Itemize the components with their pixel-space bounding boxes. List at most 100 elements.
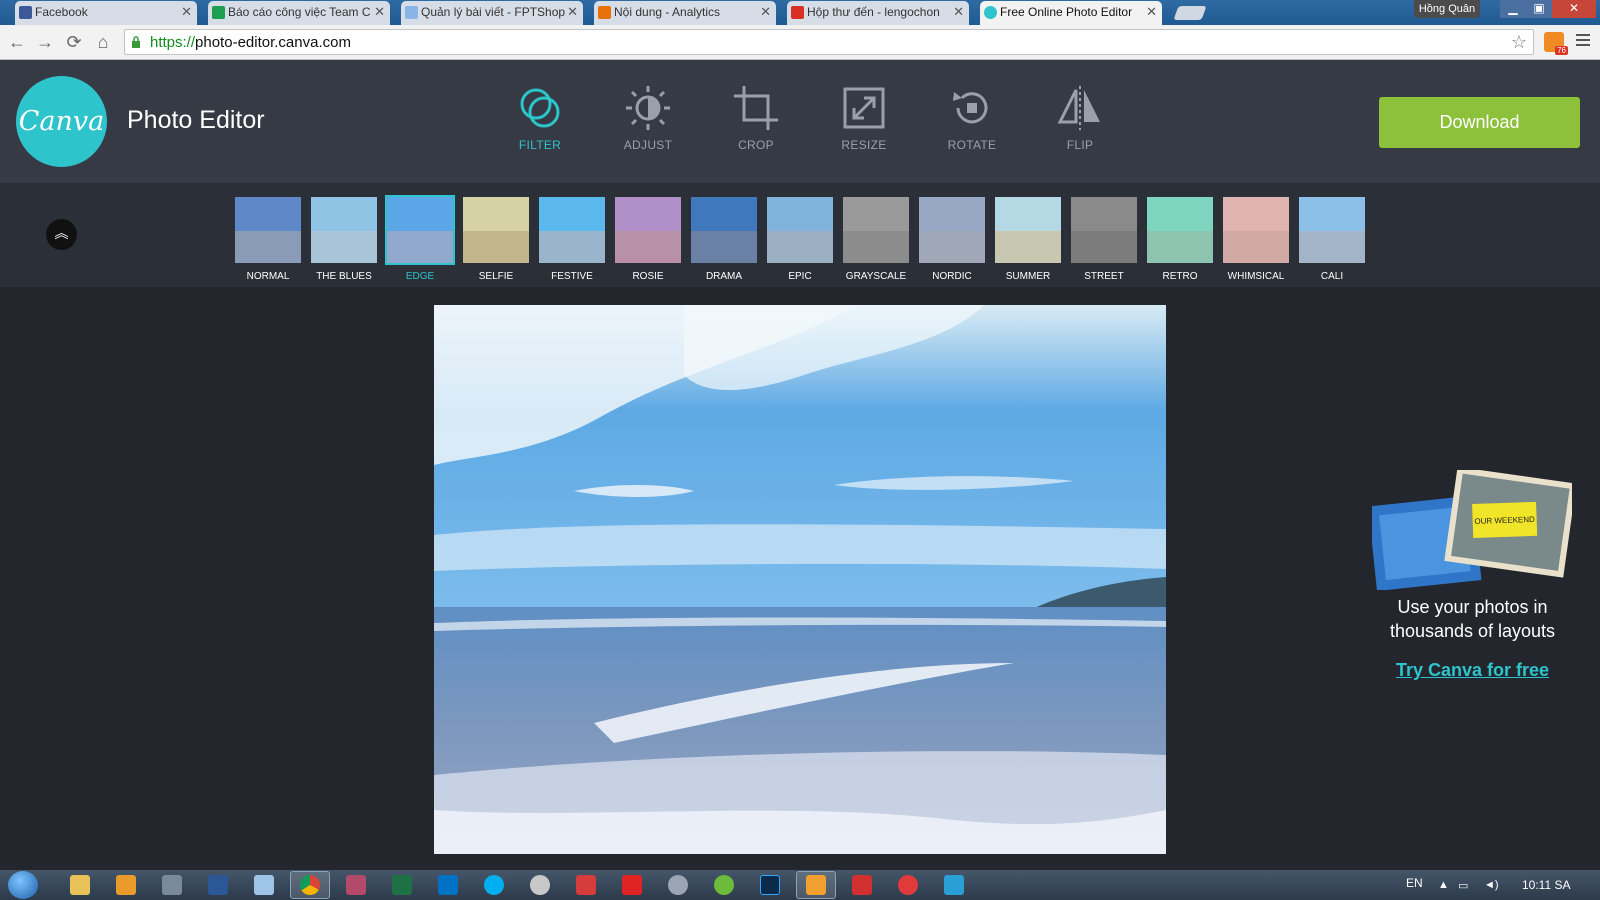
close-icon[interactable]: ✕: [1146, 4, 1157, 20]
flip-tool-button[interactable]: FLIP: [1040, 84, 1120, 152]
thumbnail-sea: [919, 231, 985, 263]
filter-thumbnail[interactable]: [919, 197, 985, 263]
resize-tool-button[interactable]: RESIZE: [824, 84, 904, 152]
app-icon[interactable]: [576, 875, 596, 895]
filter-thumbnail[interactable]: [1299, 197, 1365, 263]
filter-option-whimsical[interactable]: WHIMSICAL: [1223, 197, 1289, 282]
outlook-icon[interactable]: [438, 875, 458, 895]
network-status-icon[interactable]: ▭: [1458, 879, 1468, 892]
try-canva-link[interactable]: Try Canva for free: [1370, 660, 1575, 681]
filter-option-selfie[interactable]: SELFIE: [463, 197, 529, 282]
close-icon[interactable]: ✕: [374, 4, 385, 20]
filter-option-edge[interactable]: EDGE: [385, 195, 455, 282]
media-player-icon[interactable]: [116, 875, 136, 895]
filter-thumbnail[interactable]: [235, 197, 301, 263]
filter-thumbnail[interactable]: [767, 197, 833, 263]
app-icon[interactable]: [530, 875, 550, 895]
bookmark-star-icon[interactable]: ☆: [1511, 32, 1527, 53]
crop-tool-button[interactable]: CROP: [716, 84, 796, 152]
filter-option-nordic[interactable]: NORDIC: [919, 197, 985, 282]
explorer-icon[interactable]: [70, 875, 90, 895]
windows-start-icon[interactable]: [8, 871, 38, 899]
rss-extension-icon[interactable]: 76: [1544, 32, 1568, 55]
tab-title: Quản lý bài viết - FPTShop: [421, 5, 566, 19]
minimize-icon[interactable]: ▁: [1500, 0, 1526, 18]
filter-option-epic[interactable]: EPIC: [767, 197, 833, 282]
filter-thumbnail[interactable]: [691, 197, 757, 263]
acrobat-icon[interactable]: [622, 875, 642, 895]
close-icon[interactable]: ✕: [760, 4, 771, 20]
photoshop-icon[interactable]: [760, 875, 780, 895]
filter-thumbnail[interactable]: [311, 197, 377, 263]
filter-option-retro[interactable]: RETRO: [1147, 197, 1213, 282]
collapse-chevron-up-icon[interactable]: ︽: [46, 219, 77, 250]
filter-option-rosie[interactable]: ROSIE: [615, 197, 681, 282]
canva-logo[interactable]: Canva: [16, 76, 107, 167]
app-icon[interactable]: [944, 875, 964, 895]
network-icon[interactable]: [162, 875, 182, 895]
browser-tab[interactable]: Quản lý bài viết - FPTShop ✕: [401, 1, 583, 25]
filter-option-festive[interactable]: FESTIVE: [539, 197, 605, 282]
new-tab-button[interactable]: [1173, 6, 1207, 20]
reload-icon[interactable]: ⟳: [64, 32, 84, 52]
word-icon[interactable]: [208, 875, 228, 895]
messenger-icon[interactable]: [806, 875, 826, 895]
filter-thumbnail[interactable]: [385, 195, 455, 265]
address-bar[interactable]: https://photo-editor.canva.com ☆: [124, 29, 1534, 55]
notepad-icon[interactable]: [254, 875, 274, 895]
language-indicator[interactable]: EN: [1406, 876, 1423, 890]
filter-thumbnail[interactable]: [463, 197, 529, 263]
filter-option-drama[interactable]: DRAMA: [691, 197, 757, 282]
close-icon[interactable]: ✕: [953, 4, 964, 20]
filter-strip: ︽ NORMAL THE BLUES EDGE SELFIE FESTIVE ROSIE D…: [0, 183, 1600, 287]
browser-tab[interactable]: Hộp thư đến - lengochon ✕: [787, 1, 969, 25]
snipping-tool-icon[interactable]: [898, 875, 918, 895]
analytics-icon: [598, 6, 611, 19]
filter-thumbnail[interactable]: [615, 197, 681, 263]
browser-tab-active[interactable]: Free Online Photo Editor ✕: [980, 1, 1162, 25]
app-icon[interactable]: [346, 875, 366, 895]
filter-tool-button[interactable]: FILTER: [500, 84, 580, 152]
filter-option-the-blues[interactable]: THE BLUES: [311, 197, 377, 282]
app-icon[interactable]: [714, 875, 734, 895]
home-icon[interactable]: ⌂: [93, 32, 113, 52]
clock[interactable]: 10:11 SA: [1522, 878, 1570, 892]
filter-label: RETRO: [1162, 271, 1198, 282]
browser-tab[interactable]: Facebook ✕: [15, 1, 197, 25]
back-icon[interactable]: ←: [7, 32, 27, 52]
chrome-icon[interactable]: [300, 875, 320, 895]
download-button[interactable]: Download: [1379, 97, 1580, 148]
app-icon[interactable]: [852, 875, 872, 895]
show-hidden-icons-icon[interactable]: ▲: [1438, 879, 1449, 891]
filter-option-street[interactable]: STREET: [1071, 197, 1137, 282]
close-icon[interactable]: ✕: [181, 4, 192, 20]
filter-thumbnail[interactable]: [843, 197, 909, 263]
browser-tab[interactable]: Báo cáo công việc Team C ✕: [208, 1, 390, 25]
volume-icon[interactable]: ◄): [1484, 879, 1499, 891]
filter-option-cali[interactable]: CALI: [1299, 197, 1365, 282]
filter-thumbnail[interactable]: [539, 197, 605, 263]
close-window-icon[interactable]: ✕: [1552, 0, 1596, 18]
photo-canvas[interactable]: [434, 305, 1166, 854]
filter-label: EPIC: [788, 271, 812, 282]
filter-thumbnail[interactable]: [1071, 197, 1137, 263]
app-icon[interactable]: [668, 875, 688, 895]
close-icon[interactable]: ✕: [567, 4, 578, 20]
filter-option-summer[interactable]: SUMMER: [995, 197, 1061, 282]
filter-option-normal[interactable]: NORMAL: [235, 197, 301, 282]
adjust-tool-button[interactable]: ADJUST: [608, 84, 688, 152]
filter-option-grayscale[interactable]: GRAYSCALE: [843, 197, 909, 282]
thumbnail-sky: [539, 197, 605, 231]
menu-icon[interactable]: [1576, 34, 1590, 48]
profile-button[interactable]: Hồng Quân: [1414, 0, 1480, 18]
excel-icon[interactable]: [392, 875, 412, 895]
filter-thumbnail[interactable]: [995, 197, 1061, 263]
filter-thumbnail[interactable]: [1147, 197, 1213, 263]
filter-label: STREET: [1084, 271, 1124, 282]
skype-icon[interactable]: [484, 875, 504, 895]
maximize-icon[interactable]: ▣: [1526, 0, 1552, 18]
rotate-tool-button[interactable]: ROTATE: [932, 84, 1012, 152]
filter-thumbnail[interactable]: [1223, 197, 1289, 263]
browser-tab[interactable]: Nội dung - Analytics ✕: [594, 1, 776, 25]
forward-icon[interactable]: →: [35, 32, 55, 52]
